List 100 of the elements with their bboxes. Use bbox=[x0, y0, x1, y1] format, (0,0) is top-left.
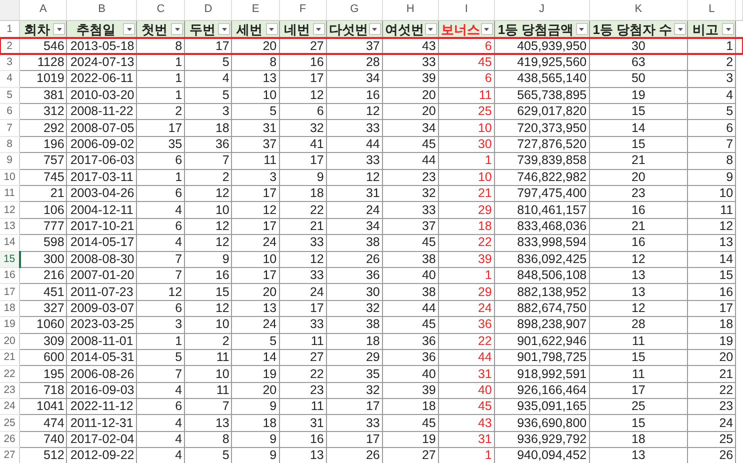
table-cell: 9 bbox=[232, 431, 280, 448]
column-letter[interactable]: C bbox=[136, 0, 185, 20]
table-cell: 6 bbox=[136, 152, 185, 170]
row-number[interactable]: 13 bbox=[0, 218, 20, 235]
filter-button[interactable] bbox=[218, 23, 230, 35]
column-letter[interactable]: G bbox=[326, 0, 382, 20]
row-number[interactable]: 17 bbox=[0, 284, 20, 300]
table-cell: 14 bbox=[232, 349, 280, 366]
dropdown-arrow-icon bbox=[174, 28, 180, 30]
row-number[interactable]: 7 bbox=[0, 120, 20, 136]
table-cell: 6 bbox=[136, 300, 185, 317]
filter-button[interactable] bbox=[576, 23, 588, 35]
row-number[interactable]: 27 bbox=[0, 448, 20, 463]
row-number[interactable]: 9 bbox=[0, 152, 20, 170]
table-cell: 13 bbox=[232, 300, 280, 317]
table-cell: 5 bbox=[136, 349, 185, 366]
table-cell: 18 bbox=[438, 218, 494, 235]
column-letter[interactable]: J bbox=[494, 0, 590, 20]
row-number[interactable]: 3 bbox=[0, 54, 20, 71]
column-letter[interactable]: L bbox=[688, 0, 736, 20]
filter-button[interactable] bbox=[266, 23, 278, 35]
row-number[interactable]: 14 bbox=[0, 234, 20, 252]
filter-button[interactable] bbox=[53, 23, 66, 35]
filter-button[interactable] bbox=[480, 23, 493, 35]
row-number[interactable]: 24 bbox=[0, 398, 20, 415]
column-letter[interactable]: A bbox=[20, 0, 67, 20]
column-letter[interactable]: K bbox=[589, 0, 688, 20]
column-letter[interactable]: H bbox=[382, 0, 438, 20]
row-number[interactable]: 6 bbox=[0, 104, 20, 120]
table-cell: 745 bbox=[20, 169, 67, 186]
table-cell: 22 bbox=[688, 382, 736, 399]
table-cell: 106 bbox=[20, 202, 67, 218]
table-cell: 20 bbox=[382, 104, 438, 120]
row-number[interactable]: 16 bbox=[0, 267, 20, 284]
table-cell: 21 bbox=[20, 186, 67, 202]
filter-button[interactable] bbox=[674, 23, 686, 35]
table-cell: 11 bbox=[184, 349, 232, 366]
filter-button[interactable] bbox=[123, 23, 136, 35]
table-cell: 381 bbox=[20, 87, 67, 104]
table-cell: 38 bbox=[382, 284, 438, 300]
dropdown-arrow-icon bbox=[372, 28, 378, 30]
table-cell: 31 bbox=[232, 120, 280, 136]
row-number[interactable]: 8 bbox=[0, 136, 20, 153]
row-number[interactable]: 5 bbox=[0, 87, 20, 104]
row-number[interactable]: 20 bbox=[0, 333, 20, 350]
row-number[interactable]: 21 bbox=[0, 349, 20, 366]
column-letter[interactable]: B bbox=[66, 0, 137, 20]
table-cell: 63 bbox=[589, 54, 688, 71]
table-cell: 901,622,946 bbox=[494, 333, 590, 350]
row-number[interactable]: 19 bbox=[0, 316, 20, 334]
table-cell: 757 bbox=[20, 152, 67, 170]
column-letter[interactable]: E bbox=[232, 0, 280, 20]
table-cell: 17 bbox=[326, 431, 382, 448]
table-cell: 4 bbox=[136, 202, 185, 218]
table-cell: 22 bbox=[438, 234, 494, 252]
column-letter[interactable]: I bbox=[438, 0, 494, 20]
column-letter[interactable]: D bbox=[184, 0, 232, 20]
row-number[interactable]: 18 bbox=[0, 300, 20, 317]
table-cell: 1128 bbox=[20, 54, 67, 71]
table-cell: 9 bbox=[688, 169, 736, 186]
table-cell: 38 bbox=[382, 251, 438, 268]
filter-button[interactable] bbox=[312, 23, 325, 35]
row-number[interactable]: 26 bbox=[0, 431, 20, 448]
table-cell: 6 bbox=[136, 218, 185, 235]
table-cell: 882,674,750 bbox=[494, 300, 590, 317]
row-number[interactable]: 25 bbox=[0, 414, 20, 432]
row-number[interactable]: 10 bbox=[0, 169, 20, 186]
dropdown-arrow-icon bbox=[316, 28, 322, 30]
table-cell: 2017-02-04 bbox=[66, 431, 137, 448]
row-number[interactable]: 23 bbox=[0, 382, 20, 399]
table-cell: 6 bbox=[136, 186, 185, 202]
table-cell: 898,238,907 bbox=[494, 316, 590, 334]
table-cell: 2014-05-31 bbox=[66, 349, 137, 366]
table-cell: 18 bbox=[589, 431, 688, 448]
row-number[interactable]: 2 bbox=[0, 38, 20, 54]
filter-button[interactable] bbox=[722, 23, 734, 35]
table-cell: 2 bbox=[184, 169, 232, 186]
table-cell: 9 bbox=[279, 169, 326, 186]
table-cell: 19 bbox=[382, 431, 438, 448]
table-cell: 2008-11-01 bbox=[66, 333, 137, 350]
row-number[interactable]: 4 bbox=[0, 70, 20, 88]
table-cell: 31 bbox=[438, 366, 494, 382]
table-cell: 1 bbox=[136, 333, 185, 350]
filter-button[interactable] bbox=[424, 23, 437, 35]
table-cell: 35 bbox=[326, 366, 382, 382]
row-number[interactable]: 15 bbox=[0, 251, 20, 268]
table-cell: 11 bbox=[589, 366, 688, 382]
row-number[interactable]: 12 bbox=[0, 202, 20, 218]
column-letter[interactable]: F bbox=[279, 0, 326, 20]
dropdown-arrow-icon bbox=[579, 28, 584, 30]
table-cell: 300 bbox=[20, 251, 67, 268]
table-cell: 40 bbox=[438, 382, 494, 399]
row-number[interactable]: 22 bbox=[0, 366, 20, 382]
filter-button[interactable] bbox=[171, 23, 184, 35]
dropdown-arrow-icon bbox=[428, 28, 434, 30]
table-cell: 2008-08-30 bbox=[66, 251, 137, 268]
table-cell: 12 bbox=[688, 218, 736, 235]
row-number[interactable]: 11 bbox=[0, 186, 20, 202]
table-cell: 35 bbox=[136, 136, 185, 153]
filter-button[interactable] bbox=[368, 23, 381, 35]
